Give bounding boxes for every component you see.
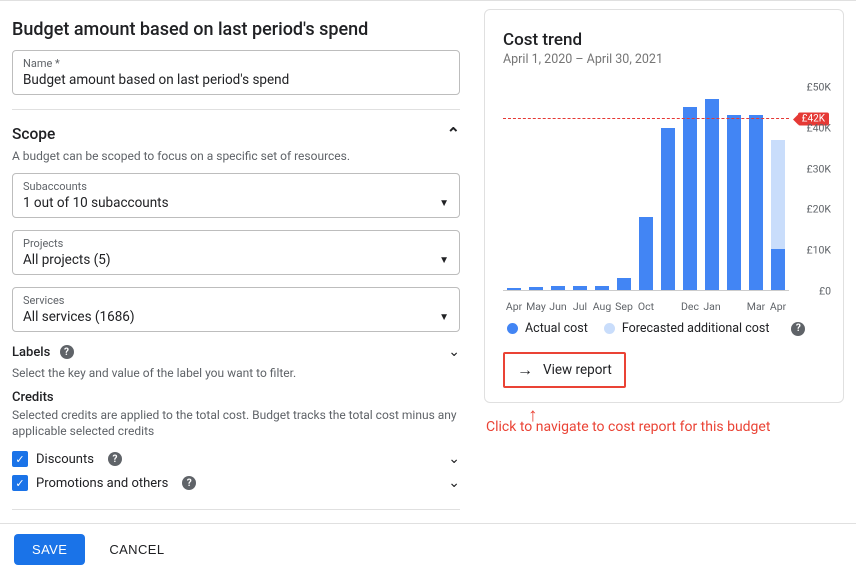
legend-forecast-label: Forecasted additional cost — [622, 321, 770, 336]
chart-legend: Actual cost Forecasted additional cost ? — [507, 321, 831, 336]
labels-title: Labels — [12, 345, 50, 360]
bar-actual — [749, 115, 764, 290]
legend-actual-label: Actual cost — [525, 321, 588, 336]
credits-description: Selected credits are applied to the tota… — [12, 407, 460, 439]
x-tick-label: Sep — [613, 300, 635, 313]
name-input[interactable]: Name * Budget amount based on last perio… — [12, 50, 460, 95]
cost-trend-title: Cost trend — [503, 30, 831, 50]
help-icon[interactable]: ? — [108, 452, 122, 466]
subaccounts-label: Subaccounts — [23, 180, 449, 193]
bar-actual — [551, 286, 566, 290]
credit-label: Discounts — [36, 452, 94, 467]
arrow-right-icon: → — [517, 362, 533, 378]
x-tick-label: Jan — [701, 300, 723, 313]
checkbox-checked-icon[interactable]: ✓ — [12, 451, 28, 467]
x-tick-label: Dec — [679, 300, 701, 313]
bar-forecast — [771, 140, 786, 250]
credit-row-discounts[interactable]: ✓ Discounts ? ⌄ — [12, 447, 460, 471]
y-tick-label: £40K — [807, 121, 832, 134]
projects-value: All projects (5) — [23, 252, 439, 268]
bar-actual — [595, 286, 610, 290]
y-tick-label: £50K — [807, 81, 832, 94]
projects-dropdown[interactable]: Projects All projects (5) ▼ — [12, 230, 460, 275]
credit-label: Promotions and others — [36, 476, 168, 491]
labels-description: Select the key and value of the label yo… — [12, 366, 460, 380]
labels-header[interactable]: Labels ? ⌄ — [12, 344, 460, 360]
projects-label: Projects — [23, 237, 449, 250]
subaccounts-value: 1 out of 10 subaccounts — [23, 195, 439, 211]
caret-down-icon: ▼ — [439, 198, 449, 209]
page-title: Budget amount based on last period's spe… — [12, 19, 460, 40]
y-tick-label: £30K — [807, 162, 832, 175]
checkbox-checked-icon[interactable]: ✓ — [12, 475, 28, 491]
scope-title: Scope — [12, 125, 55, 143]
services-label: Services — [23, 294, 449, 307]
bar-actual — [727, 115, 742, 290]
bar-actual — [529, 287, 544, 290]
bar-actual — [683, 107, 698, 290]
cancel-button[interactable]: CANCEL — [103, 541, 170, 558]
credit-row-promotions[interactable]: ✓ Promotions and others ? ⌄ — [12, 471, 460, 495]
bar-actual — [661, 128, 676, 290]
annotation-callout: ↑ Click to navigate to cost report for t… — [486, 419, 844, 435]
chevron-down-icon: ⌄ — [448, 344, 460, 360]
help-icon[interactable]: ? — [791, 322, 805, 336]
credits-title: Credits — [12, 390, 460, 405]
x-tick-label: Oct — [635, 300, 657, 313]
help-icon[interactable]: ? — [182, 476, 196, 490]
arrow-up-icon: ↑ — [528, 403, 538, 427]
bar-actual — [507, 288, 522, 290]
cost-trend-card: Cost trend April 1, 2020 – April 30, 202… — [484, 9, 844, 403]
divider — [12, 509, 460, 510]
scope-description: A budget can be scoped to focus on a spe… — [12, 149, 460, 163]
view-report-label: View report — [543, 362, 612, 378]
legend-dot-actual-icon — [507, 323, 518, 334]
x-tick-label: Apr — [503, 300, 525, 313]
bar-actual — [617, 278, 632, 290]
x-tick-label: Aug — [591, 300, 613, 313]
scope-header[interactable]: Scope ⌃ — [12, 124, 460, 143]
bottom-action-bar: SAVE CANCEL — [0, 523, 856, 575]
y-tick-label: £10K — [807, 244, 832, 257]
x-tick-label: Jun — [547, 300, 569, 313]
caret-down-icon: ▼ — [439, 255, 449, 266]
divider — [12, 109, 460, 110]
y-tick-label: £0 — [819, 285, 831, 298]
chevron-down-icon: ⌄ — [448, 451, 460, 467]
view-report-button[interactable]: → View report — [503, 352, 626, 388]
caret-down-icon: ▼ — [439, 312, 449, 323]
subaccounts-dropdown[interactable]: Subaccounts 1 out of 10 subaccounts ▼ — [12, 173, 460, 218]
legend-dot-forecast-icon — [604, 323, 615, 334]
x-tick-label: May — [525, 300, 547, 313]
chevron-up-icon: ⌃ — [447, 124, 460, 143]
x-tick-label: Jul — [569, 300, 591, 313]
x-tick-label: Apr — [767, 300, 789, 313]
bar-actual — [705, 99, 720, 290]
cost-trend-chart: £42K £0£10K£20K£30K£40K£50K AprMayJunJul… — [503, 79, 831, 313]
bar-actual — [573, 286, 588, 290]
y-tick-label: £20K — [807, 203, 832, 216]
save-button[interactable]: SAVE — [14, 534, 85, 565]
bar-actual — [639, 217, 654, 290]
services-value: All services (1686) — [23, 309, 439, 325]
bar-actual — [771, 249, 786, 290]
help-icon[interactable]: ? — [60, 345, 74, 359]
name-label: Name * — [23, 57, 449, 70]
chevron-down-icon: ⌄ — [448, 475, 460, 491]
date-range: April 1, 2020 – April 30, 2021 — [503, 52, 831, 67]
services-dropdown[interactable]: Services All services (1686) ▼ — [12, 287, 460, 332]
x-tick-label: Mar — [745, 300, 767, 313]
name-value: Budget amount based on last period's spe… — [23, 72, 449, 88]
